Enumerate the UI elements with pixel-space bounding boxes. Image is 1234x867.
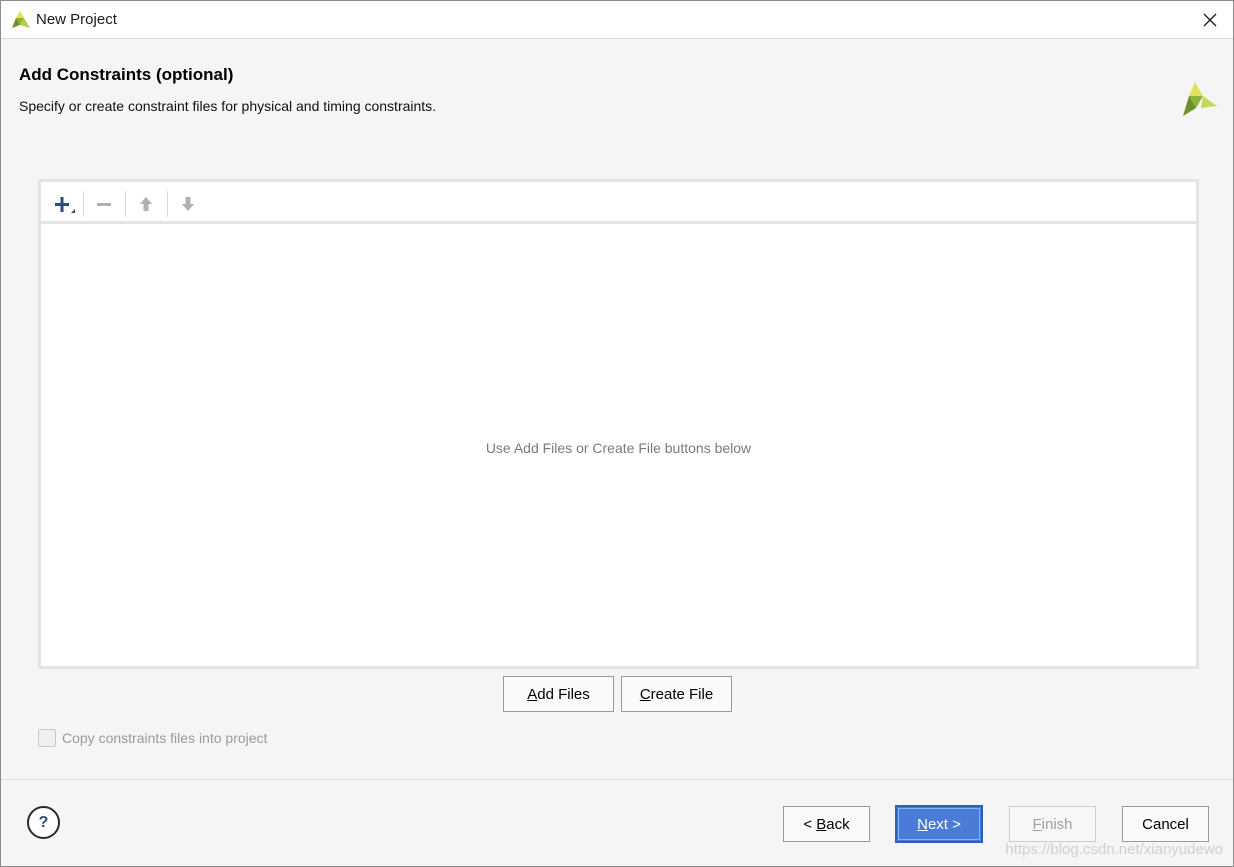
vivado-logo-icon <box>12 11 30 28</box>
remove-icon <box>97 203 111 206</box>
cancel-button[interactable]: Cancel <box>1122 806 1209 842</box>
vivado-logo-icon <box>1183 82 1217 116</box>
add-files-label: Add Files <box>527 685 590 703</box>
help-icon: ? <box>38 813 49 831</box>
create-file-button[interactable]: Create File <box>621 676 732 712</box>
add-button[interactable] <box>49 191 77 217</box>
toolbar-separator <box>167 191 168 217</box>
add-files-button[interactable]: Add Files <box>503 676 614 712</box>
copy-constraints-checkbox[interactable] <box>38 729 56 747</box>
watermark: https://blog.csdn.net/xianyudewo <box>1005 841 1223 858</box>
copy-constraints-label: Copy constraints files into project <box>62 730 268 746</box>
add-icon <box>55 197 75 213</box>
toolbar-separator <box>125 191 126 217</box>
move-up-icon <box>140 197 152 211</box>
toolbar-separator <box>83 191 84 217</box>
create-file-label: Create File <box>639 685 714 703</box>
constraints-file-panel: Use Add Files or Create File buttons bel… <box>38 179 1199 669</box>
finish-button[interactable]: Finish <box>1009 806 1096 842</box>
footer-divider <box>1 779 1233 780</box>
move-down-button[interactable] <box>174 191 202 217</box>
move-down-icon <box>182 197 194 211</box>
file-toolbar <box>41 182 1196 224</box>
page-header: Add Constraints (optional) Specify or cr… <box>1 40 1233 140</box>
back-label: < Back <box>803 815 850 833</box>
next-button[interactable]: Next > <box>895 805 983 843</box>
empty-list-message: Use Add Files or Create File buttons bel… <box>485 440 752 456</box>
copy-constraints-option[interactable]: Copy constraints files into project <box>38 729 267 747</box>
window-title: New Project <box>36 11 117 28</box>
title-bar: New Project <box>1 1 1233 39</box>
next-label: Next > <box>917 815 961 833</box>
new-project-dialog: New Project Add Constraints (optional) S… <box>0 0 1234 867</box>
constraints-file-list[interactable]: Use Add Files or Create File buttons bel… <box>41 227 1196 666</box>
page-title: Add Constraints (optional) <box>19 65 234 84</box>
close-icon[interactable] <box>1197 7 1223 33</box>
back-button[interactable]: < Back <box>783 806 870 842</box>
cancel-label: Cancel <box>1142 815 1189 833</box>
remove-button[interactable] <box>90 191 118 217</box>
move-up-button[interactable] <box>132 191 160 217</box>
help-button[interactable]: ? <box>27 806 60 839</box>
page-subtitle: Specify or create constraint files for p… <box>19 98 437 114</box>
finish-label: Finish <box>1032 815 1073 833</box>
